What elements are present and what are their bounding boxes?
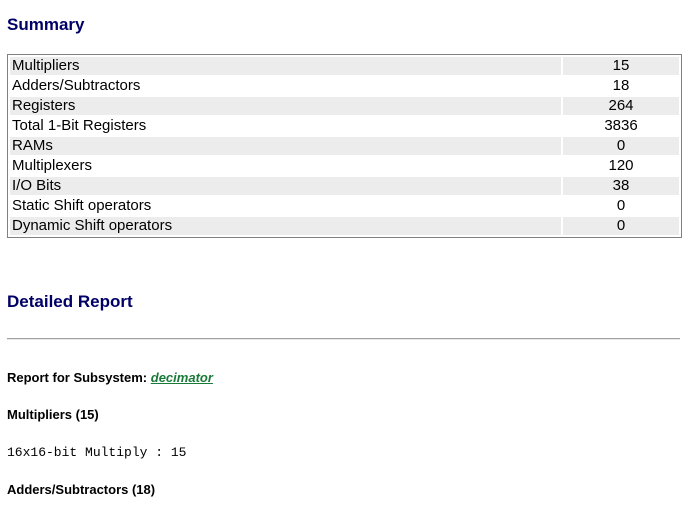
row-label: Adders/Subtractors <box>12 77 141 94</box>
row-label: Total 1-Bit Registers <box>12 117 147 134</box>
divider <box>7 338 680 340</box>
table-row: Total 1-Bit Registers 3836 <box>10 117 679 135</box>
row-value: 15 <box>563 57 679 75</box>
detailed-report-heading: Detailed Report <box>7 292 133 311</box>
row-value: 120 <box>608 157 634 174</box>
subsystem-link[interactable]: decimator <box>151 370 213 385</box>
row-value: 0 <box>563 137 679 155</box>
multiply-detail: 16x16-bit Multiply : 15 <box>7 445 187 460</box>
table-row: Static Shift operators 0 <box>10 197 679 215</box>
table-row: Dynamic Shift operators 0 <box>10 217 679 235</box>
table-row: Multiplexers 120 <box>10 157 679 175</box>
row-value: 3836 <box>604 117 638 134</box>
table-row: I/O Bits 38 <box>10 177 679 195</box>
table-row: RAMs 0 <box>10 137 679 155</box>
row-label: Dynamic Shift operators <box>10 217 561 235</box>
row-value: 38 <box>563 177 679 195</box>
table-row: Multipliers 15 <box>10 57 679 75</box>
row-label: Multipliers <box>10 57 561 75</box>
report-for-label: Report for Subsystem: <box>7 370 148 385</box>
summary-table: Multipliers 15 Adders/Subtractors 18 Reg… <box>7 54 682 238</box>
summary-heading: Summary <box>7 15 85 34</box>
adders-subtractors-heading: Adders/Subtractors (18) <box>7 482 156 497</box>
row-label: RAMs <box>10 137 561 155</box>
row-value: 0 <box>563 217 679 235</box>
row-label: Registers <box>10 97 561 115</box>
row-label: I/O Bits <box>10 177 561 195</box>
table-row: Registers 264 <box>10 97 679 115</box>
row-label: Static Shift operators <box>12 197 152 214</box>
multipliers-heading: Multipliers (15) <box>7 407 99 422</box>
report-for-line: Report for Subsystem: decimator <box>7 370 213 385</box>
row-value: 18 <box>612 77 630 94</box>
table-row: Adders/Subtractors 18 <box>10 77 679 95</box>
row-label: Multiplexers <box>12 157 93 174</box>
row-value: 264 <box>563 97 679 115</box>
row-value: 0 <box>616 197 626 214</box>
